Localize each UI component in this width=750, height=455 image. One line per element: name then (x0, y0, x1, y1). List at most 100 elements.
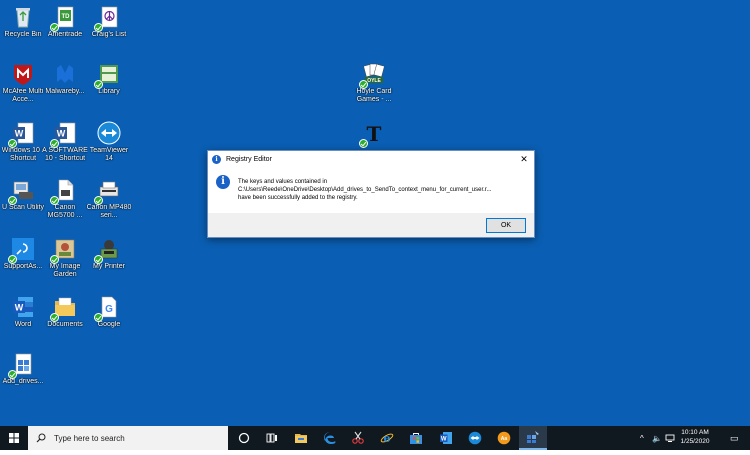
clock-date: 1/25/2020 (680, 438, 710, 445)
desktop-icon-windows10-shortcut[interactable]: W Windows 10 - Shortcut (0, 121, 46, 163)
search-icon (36, 433, 46, 443)
desktop-icon-label: Add_drives... (2, 378, 44, 385)
google-icon: G (94, 295, 121, 322)
internet-explorer-button[interactable]: e (373, 426, 401, 450)
cortana-button[interactable] (230, 426, 258, 450)
svg-text:OYLE: OYLE (367, 78, 381, 84)
svg-text:W: W (441, 437, 447, 443)
desktop-icon-label: McAfee Multi Acce... (2, 88, 44, 103)
info-icon: i (212, 154, 221, 164)
search-placeholder: Type here to search (54, 433, 125, 443)
mcafee-shield-icon (11, 62, 35, 86)
desktop-icon-label: My Printer (93, 263, 125, 270)
word-taskbar-button[interactable]: W (432, 426, 460, 450)
desktop-icon-recycle-bin[interactable]: Recycle Bin (0, 5, 46, 39)
show-hidden-icons-button[interactable]: ^ (640, 426, 644, 450)
message-line: The keys and values contained in (238, 179, 328, 185)
folder-icon (50, 295, 77, 322)
desktop-icon-label: Documents (47, 321, 83, 328)
desktop-icon-label: Word (14, 321, 32, 328)
desktop-icon-label: My Image Garden (49, 263, 81, 278)
teamviewer-icon (97, 121, 121, 145)
taskbar-clock[interactable]: 10:10 AM 1/25/2020 (670, 428, 720, 446)
sync-status-check-icon (50, 255, 59, 264)
desktop-icon-label: Windows 10 - Shortcut (1, 147, 45, 162)
taskbar-search-box[interactable]: Type here to search (28, 426, 228, 450)
teamviewer-icon (468, 431, 482, 445)
volume-icon[interactable]: 🔈 (652, 426, 662, 450)
desktop-icon-library[interactable]: Library (86, 62, 132, 96)
teamviewer-taskbar-button[interactable] (461, 426, 489, 450)
cortana-circle-icon (238, 432, 250, 444)
desktop-icon-label: Canon MG5700 ... (47, 204, 83, 219)
desktop-icon-google[interactable]: G Google (86, 295, 132, 329)
library-icon (94, 62, 121, 89)
svg-text:G: G (105, 304, 113, 315)
desktop-icon-label: Library (98, 88, 120, 95)
sync-status-check-icon (94, 255, 103, 264)
file-explorer-button[interactable] (287, 426, 315, 450)
desktop-icon-ameritrade[interactable]: TD Ameritrade (42, 5, 88, 39)
sync-status-check-icon (94, 196, 103, 205)
playing-cards-icon: OYLE (359, 62, 386, 89)
document-icon (50, 178, 77, 205)
sync-status-check-icon (8, 255, 17, 264)
desktop-icon-documents[interactable]: Documents (42, 295, 88, 329)
desktop-icon-label: Canon MP480 seri... (86, 204, 132, 219)
orange-app-button[interactable]: Aa (490, 426, 518, 450)
desktop-icon-supportassist[interactable]: SupportAs... (0, 237, 46, 271)
desktop-icon-malwarebytes[interactable]: Malwareby... (42, 62, 88, 96)
desktop-icon-canon-mp480[interactable]: Canon MP480 seri... (86, 178, 132, 220)
file-explorer-icon (295, 434, 307, 443)
desktop: Recycle Bin McAfee Multi Acce... W Windo… (0, 0, 750, 426)
task-view-button[interactable] (258, 426, 286, 450)
orange-app-icon: Aa (497, 431, 511, 445)
desktop-icon-label: Hoyle Card Games - ... (356, 88, 392, 103)
store-bag-icon (410, 433, 422, 444)
ok-button[interactable]: OK (486, 218, 526, 233)
svg-text:TD: TD (62, 14, 71, 20)
desktop-icon-my-printer[interactable]: My Printer (86, 237, 132, 271)
desktop-icon-my-image-garden[interactable]: My Image Garden (42, 237, 88, 279)
desktop-icon-label: SupportAs... (3, 263, 43, 270)
desktop-icon-nyt[interactable]: T (350, 121, 398, 148)
sync-status-check-icon (94, 23, 103, 32)
svg-text:W: W (15, 303, 24, 313)
registry-editor-icon (527, 431, 539, 443)
desktop-icon-add-drives[interactable]: Add_drives... (0, 352, 46, 386)
desktop-icon-u-scan-utility[interactable]: U Scan Utility (0, 178, 46, 212)
sync-status-check-icon (94, 80, 103, 89)
dialog-message: The keys and values contained in C:\User… (238, 178, 528, 202)
snipping-tool-button[interactable] (344, 426, 372, 450)
desktop-icon-word[interactable]: W Word (0, 295, 46, 329)
desktop-icon-craigs-list[interactable]: Craig's List (86, 5, 132, 39)
edge-button[interactable] (316, 426, 344, 450)
registry-editor-taskbar-button[interactable] (519, 426, 547, 450)
desktop-icon-label: A SOFTWARE 10 - Shortcut (42, 147, 88, 162)
desktop-icon-a-software[interactable]: W A SOFTWARE 10 - Shortcut (42, 121, 88, 163)
clock-time: 10:10 AM (681, 429, 709, 436)
dialog-body: i The keys and values contained in C:\Us… (208, 167, 534, 211)
sync-status-check-icon (50, 139, 59, 148)
taskbar: Type here to search e W Aa ^ 🔈 10:10 AM … (0, 426, 750, 450)
desktop-icon-teamviewer[interactable]: TeamViewer 14 (86, 121, 132, 163)
dialog-footer: OK (208, 213, 534, 237)
close-button[interactable]: ✕ (517, 152, 531, 166)
registry-file-icon (8, 352, 35, 379)
windows-logo-icon (9, 433, 19, 443)
notification-center-icon[interactable]: ▭ (730, 426, 739, 450)
printer-icon (94, 178, 121, 205)
dialog-title: Registry Editor (226, 155, 272, 163)
desktop-icon-mcafee[interactable]: McAfee Multi Acce... (0, 62, 46, 104)
dialog-title-bar[interactable]: i Registry Editor (208, 151, 534, 167)
support-assist-icon (8, 237, 35, 264)
word-icon: W (11, 295, 35, 319)
desktop-icon-label: Malwareby... (45, 88, 85, 95)
word-document-icon: W (8, 121, 35, 148)
recycle-bin-icon (11, 5, 35, 29)
desktop-icon-hoyle-card-games[interactable]: OYLE Hoyle Card Games - ... (350, 62, 398, 104)
start-button[interactable] (0, 426, 28, 450)
desktop-icon-canon-mg5700[interactable]: Canon MG5700 ... (42, 178, 88, 220)
store-button[interactable] (402, 426, 430, 450)
sync-status-check-icon (50, 313, 59, 322)
